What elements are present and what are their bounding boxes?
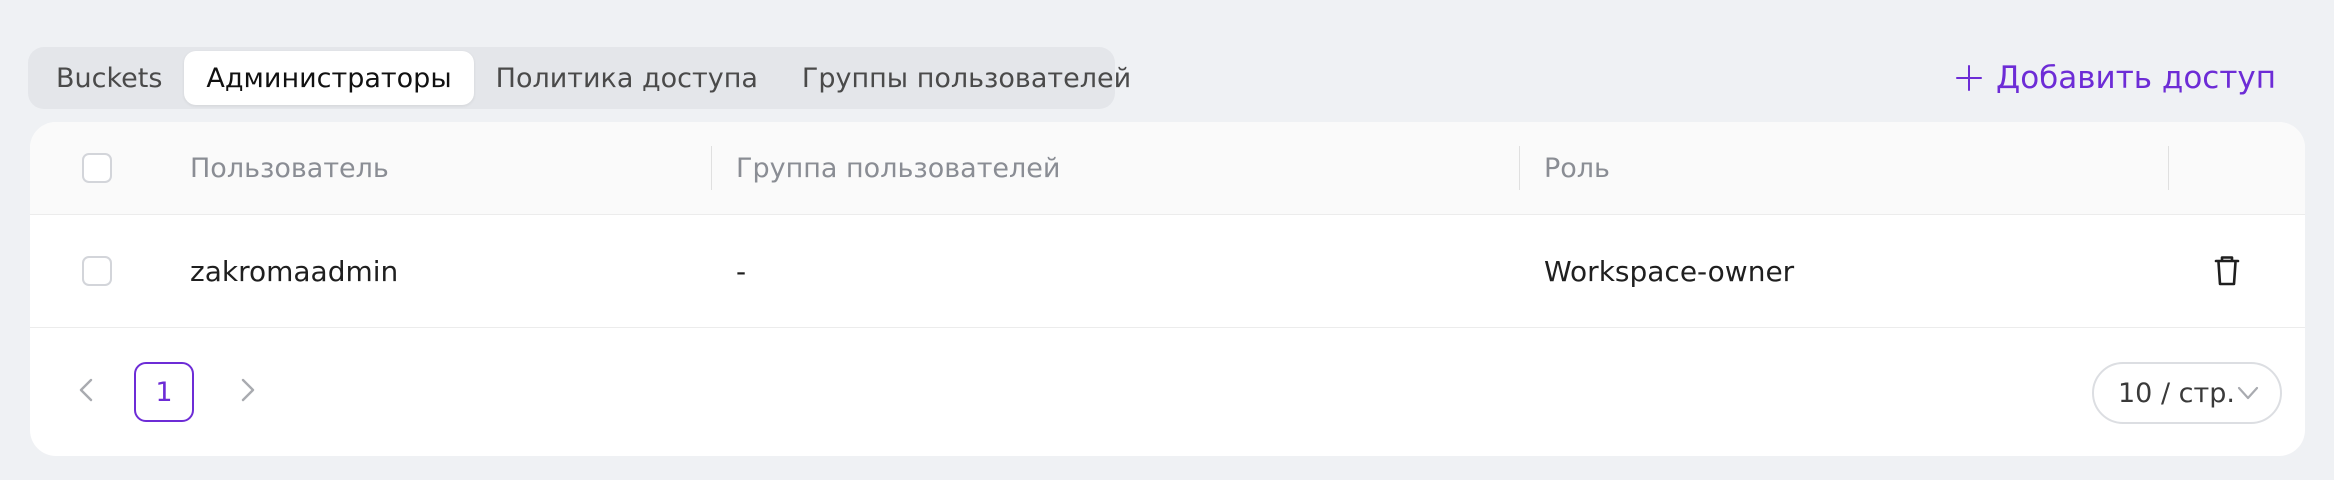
- plus-icon: [1955, 65, 1982, 91]
- prev-page-button[interactable]: [72, 375, 102, 405]
- chevron-down-icon: [2237, 386, 2259, 400]
- chevron-right-icon: [241, 378, 255, 402]
- column-header-user: Пользователь: [190, 152, 389, 184]
- column-header-role: Роль: [1544, 152, 1610, 184]
- cell-user: zakromaadmin: [190, 254, 399, 288]
- chevron-left-icon: [79, 378, 93, 402]
- tab-buckets[interactable]: Buckets: [34, 51, 184, 105]
- page-size-select[interactable]: 10 / стр.: [2092, 362, 2282, 424]
- column-separator: [1519, 146, 1520, 190]
- tab-access-policy[interactable]: Политика доступа: [474, 51, 780, 105]
- page-size-value: 10 / стр.: [2118, 377, 2235, 409]
- column-header-group: Группа пользователей: [736, 152, 1061, 184]
- row-checkbox[interactable]: [82, 256, 112, 286]
- tab-bar: Buckets Администраторы Политика доступа …: [28, 47, 1131, 109]
- add-access-button[interactable]: Добавить доступ: [1955, 56, 2276, 100]
- page: Buckets Администраторы Политика доступа …: [0, 0, 2334, 480]
- table-header: Пользователь Группа пользователей Роль: [30, 122, 2305, 215]
- next-page-button[interactable]: [232, 375, 262, 405]
- tab-administrators[interactable]: Администраторы: [184, 51, 474, 105]
- cell-group: -: [736, 254, 747, 288]
- column-separator: [711, 146, 712, 190]
- access-table-card: Пользователь Группа пользователей Роль z…: [30, 122, 2305, 456]
- cell-role: Workspace-owner: [1544, 254, 1795, 288]
- table-row: zakromaadmin - Workspace-owner: [30, 215, 2305, 328]
- column-separator: [2168, 146, 2169, 190]
- select-all-checkbox[interactable]: [82, 153, 112, 183]
- page-number-1[interactable]: 1: [134, 362, 194, 422]
- add-access-label: Добавить доступ: [1995, 60, 2276, 96]
- tab-user-groups[interactable]: Группы пользователей: [780, 51, 1153, 105]
- delete-button[interactable]: [2210, 253, 2244, 289]
- trash-icon: [2214, 256, 2240, 286]
